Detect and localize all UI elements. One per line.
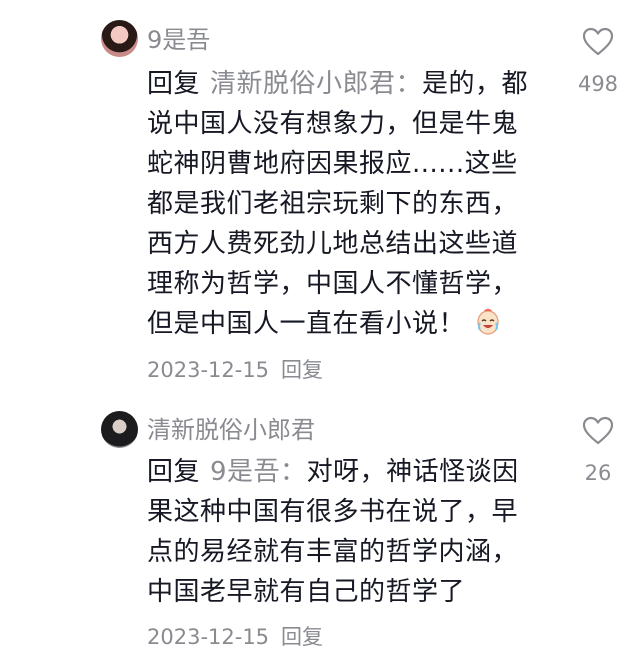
like-area: 498	[570, 27, 626, 97]
comment-body: 对呀，神话怪谈因果这种中国有很多书在说了，早点的易经就有丰富的哲学内涵，中国老早…	[147, 457, 519, 607]
reply-label: 回复	[147, 69, 201, 99]
heart-outline-icon[interactable]	[582, 416, 614, 446]
comment-date: 2023-12-15	[147, 625, 270, 649]
like-area: 26	[570, 416, 626, 486]
like-count: 26	[584, 461, 612, 485]
comment-text: 回复 清新脱俗小郎君：是的，都说中国人没有想象力，但是牛鬼蛇神阴曹地府因果报应..…	[147, 64, 542, 344]
laughing-crying-emoji-icon	[477, 308, 499, 335]
comment-text: 回复 9是吾：对呀，神话怪谈因果这种中国有很多书在说了，早点的易经就有丰富的哲学内…	[147, 452, 542, 612]
comment-username[interactable]: 清新脱俗小郎君	[147, 415, 315, 445]
avatar[interactable]	[101, 20, 138, 57]
reply-button[interactable]: 回复	[281, 625, 323, 649]
comment-meta: 2023-12-15 回复	[147, 356, 323, 384]
heart-outline-icon[interactable]	[582, 27, 614, 57]
comment-body: 是的，都说中国人没有想象力，但是牛鬼蛇神阴曹地府因果报应......这些都是我们…	[147, 69, 529, 339]
comment-item: 清新脱俗小郎君 回复 9是吾：对呀，神话怪谈因果这种中国有很多书在说了，早点的易经…	[0, 395, 640, 662]
comment-item: 9是吾 回复 清新脱俗小郎君：是的，都说中国人没有想象力，但是牛鬼蛇神阴曹地府因果…	[0, 0, 640, 395]
comment-meta: 2023-12-15 回复	[147, 623, 323, 651]
reply-button[interactable]: 回复	[281, 358, 323, 382]
reply-target[interactable]: 9是吾：	[210, 457, 307, 487]
avatar[interactable]	[101, 411, 138, 448]
like-count: 498	[577, 72, 619, 96]
reply-label: 回复	[147, 457, 201, 487]
comment-username[interactable]: 9是吾	[147, 25, 210, 55]
comment-date: 2023-12-15	[147, 358, 270, 382]
reply-target[interactable]: 清新脱俗小郎君：	[210, 69, 422, 99]
